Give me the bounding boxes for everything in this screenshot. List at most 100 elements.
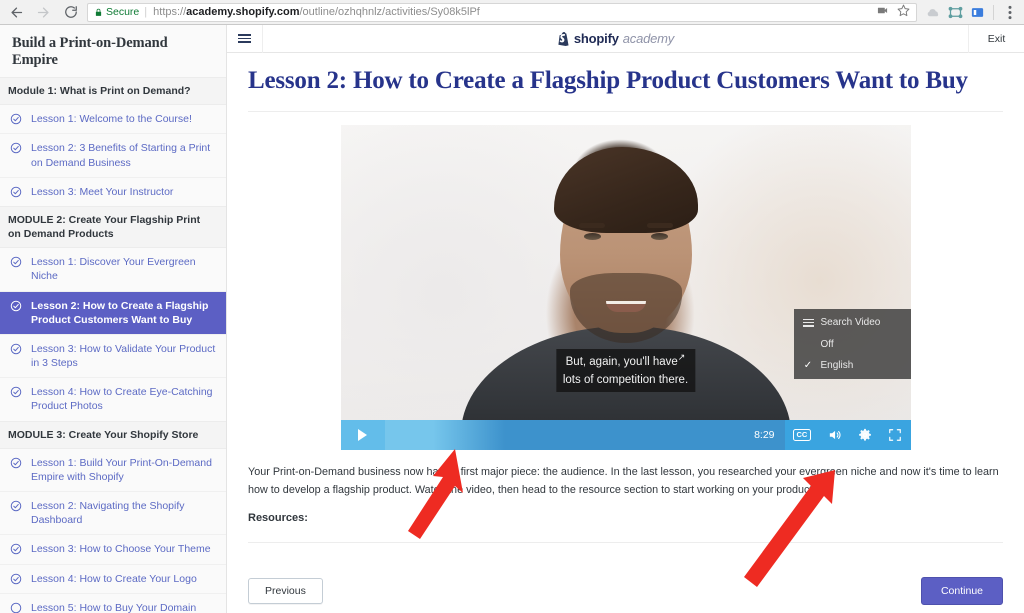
- resources-heading: Resources:: [248, 511, 308, 524]
- video-subject-brow-left: [578, 222, 605, 228]
- video-subject-brow-right: [646, 222, 673, 228]
- sidebar-lesson-item[interactable]: Lesson 1: Discover Your Evergreen Niche: [0, 248, 226, 290]
- check-circle-icon: [10, 142, 22, 154]
- video-subject-eye-left: [583, 232, 601, 240]
- module-header: MODULE 2: Create Your Flagship Print on …: [0, 205, 226, 249]
- caption-line-1: But, again, you'll have: [565, 356, 678, 369]
- video-camera-icon[interactable]: [868, 5, 889, 19]
- sidebar-lesson-label: Lesson 1: Welcome to the Course!: [31, 113, 192, 126]
- sidebar-lesson-item[interactable]: Lesson 2: Navigating the Shopify Dashboa…: [0, 491, 226, 534]
- footer-divider: [248, 541, 1003, 543]
- continue-button[interactable]: Continue: [920, 577, 1003, 605]
- reload-icon[interactable]: [62, 4, 79, 21]
- caption-menu-item[interactable]: Off: [794, 334, 911, 355]
- sidebar-lesson-label: Lesson 3: How to Choose Your Theme: [31, 543, 211, 556]
- sidebar-lesson-label: Lesson 2: Navigating the Shopify Dashboa…: [31, 500, 185, 527]
- video-caption: But, again, you'll have↗ lots of competi…: [555, 349, 696, 392]
- sidebar-lesson-item[interactable]: Lesson 4: How to Create Eye-Catching Pro…: [0, 377, 226, 420]
- hamburger-menu-icon[interactable]: [227, 24, 263, 53]
- lesson-nav-footer: Previous Continue: [227, 577, 1024, 605]
- previous-button[interactable]: Previous: [248, 578, 323, 604]
- video-subject-eye-right: [650, 232, 668, 240]
- video-subject-hair: [553, 146, 698, 233]
- address-bar[interactable]: Secure | https://academy.shopify.com/out…: [87, 2, 917, 22]
- toolbar-divider: [993, 4, 994, 20]
- caption-menu-item[interactable]: ✓ English: [794, 355, 911, 376]
- back-icon[interactable]: [8, 4, 25, 21]
- empty-circle-icon: [10, 602, 22, 613]
- brand-shopify-text: shopify: [573, 31, 619, 46]
- cloud-icon[interactable]: [923, 5, 943, 20]
- brand-academy-text: academy: [622, 31, 675, 46]
- sidebar-lesson-label: Lesson 5: How to Buy Your Domain Name: [31, 601, 197, 613]
- sidebar-lesson-item[interactable]: Lesson 5: How to Buy Your Domain Name: [0, 592, 226, 613]
- check-circle-icon: [10, 386, 22, 398]
- course-sidebar[interactable]: Build a Print-on-Demand Empire Module 1:…: [0, 25, 227, 613]
- check-circle-icon: [10, 573, 22, 585]
- check-circle-icon: [10, 500, 22, 512]
- sidebar-lesson-label: Lesson 1: Build Your Print-On-Demand Emp…: [31, 456, 212, 483]
- check-circle-icon: [10, 113, 22, 125]
- closed-caption-icon[interactable]: CC: [792, 429, 812, 441]
- sidebar-lesson-item[interactable]: Lesson 1: Build Your Print-On-Demand Emp…: [0, 449, 226, 491]
- sidebar-lesson-item[interactable]: Lesson 2: 3 Benefits of Starting a Print…: [0, 133, 226, 176]
- course-title: Build a Print-on-Demand Empire: [12, 35, 168, 68]
- lesson-body-text: Your Print-on-Demand business now has it…: [248, 465, 999, 497]
- title-divider: [248, 110, 1003, 112]
- play-icon[interactable]: [340, 419, 385, 450]
- url-scheme: https://: [153, 6, 187, 18]
- fullscreen-icon[interactable]: [888, 428, 902, 442]
- caption-arrow-glyph: ↗: [677, 352, 686, 363]
- video-progress-bar[interactable]: 8:29: [384, 419, 785, 450]
- volume-icon[interactable]: [827, 428, 842, 442]
- caption-menu-item[interactable]: Search Video: [794, 312, 911, 334]
- sidebar-lesson-item[interactable]: Lesson 2: How to Create a Flagship Produ…: [0, 290, 226, 334]
- sidebar-lesson-label: Lesson 3: How to Validate Your Product i…: [31, 342, 216, 370]
- check-circle-icon: [10, 343, 22, 355]
- sidebar-lesson-label: Lesson 2: How to Create a Flagship Produ…: [31, 299, 209, 326]
- video-time-remaining: 8:29: [754, 428, 775, 441]
- sidebar-lesson-item[interactable]: Lesson 1: Welcome to the Course!: [0, 105, 226, 133]
- sidebar-lesson-item[interactable]: Lesson 3: Meet Your Instructor: [0, 176, 226, 206]
- video-buttons-group: CC: [784, 419, 911, 450]
- browser-nav-buttons: [0, 4, 83, 21]
- check-circle-icon: [10, 256, 22, 268]
- star-icon[interactable]: [889, 4, 910, 20]
- sidebar-lesson-label: Lesson 4: How to Create Your Logo: [31, 572, 197, 585]
- check-icon: ✓: [803, 359, 813, 371]
- tab-panel-icon[interactable]: [967, 5, 987, 20]
- three-dot-menu-icon[interactable]: [1000, 5, 1020, 20]
- browser-extensions: [923, 4, 1024, 20]
- shopify-academy-logo: shopify academy: [263, 31, 968, 46]
- shopify-bag-icon: [557, 31, 570, 46]
- video-subject-mouth: [605, 300, 646, 312]
- exit-link[interactable]: Exit: [968, 24, 1024, 53]
- sidebar-lesson-label: Lesson 4: How to Create Eye-Catching Pro…: [31, 386, 213, 413]
- sidebar-lesson-label: Lesson 3: Meet Your Instructor: [31, 185, 174, 198]
- sidebar-lesson-label: Lesson 2: 3 Benefits of Starting a Print…: [31, 142, 211, 169]
- secure-label: Secure: [106, 6, 140, 18]
- module-header: MODULE 3: Create Your Shopify Store: [0, 420, 226, 449]
- check-circle-icon: [10, 457, 22, 469]
- video-control-bar[interactable]: 8:29 CC: [340, 419, 911, 450]
- module-header: Module 1: What is Print on Demand?: [0, 77, 226, 106]
- caption-menu-label: English: [820, 359, 854, 371]
- app-header: shopify academy Exit: [227, 24, 1024, 53]
- url-domain: academy.shopify.com: [186, 6, 300, 18]
- captions-menu[interactable]: Search Video Off ✓ English: [793, 308, 911, 379]
- sidebar-lesson-item[interactable]: Lesson 3: How to Choose Your Theme: [0, 534, 226, 563]
- check-circle-icon: [10, 300, 22, 312]
- forward-icon[interactable]: [35, 4, 52, 21]
- sidebar-lesson-item[interactable]: Lesson 3: How to Validate Your Product i…: [0, 333, 226, 377]
- caption-menu-label: Search Video: [820, 317, 881, 329]
- sidebar-lesson-item[interactable]: Lesson 4: How to Create Your Logo: [0, 563, 226, 593]
- caption-menu-label: Off: [820, 338, 834, 350]
- check-circle-icon: [10, 186, 22, 198]
- browser-toolbar: Secure | https://academy.shopify.com/out…: [0, 0, 1024, 25]
- check-circle-icon: [10, 543, 22, 555]
- video-player[interactable]: But, again, you'll have↗ lots of competi…: [340, 124, 911, 450]
- gear-icon[interactable]: [858, 428, 872, 442]
- url-path: /outline/ozhqhnlz/activities/Sy08k5lPf: [299, 6, 480, 18]
- screenshot-icon[interactable]: [945, 5, 965, 20]
- search-video-icon: [802, 317, 815, 329]
